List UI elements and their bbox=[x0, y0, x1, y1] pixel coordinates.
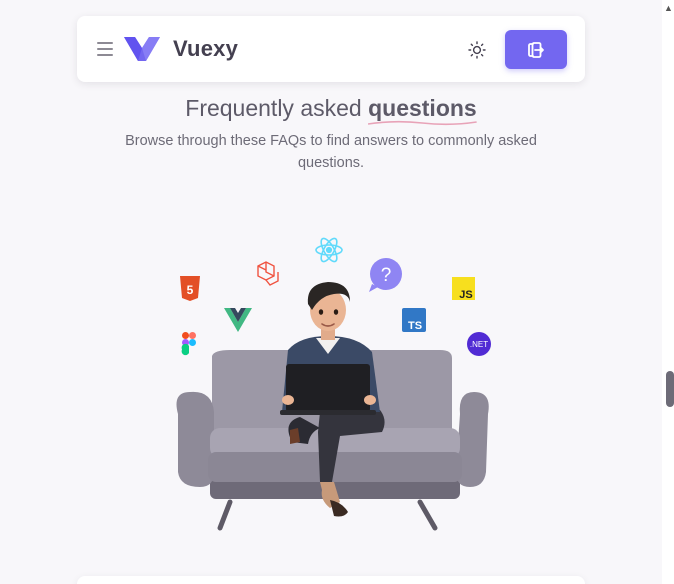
html5-label: 5 bbox=[187, 283, 194, 297]
vue-icon bbox=[224, 308, 252, 332]
faq-title-prefix: Frequently asked bbox=[185, 95, 369, 121]
login-button[interactable] bbox=[505, 30, 567, 69]
faq-subtitle: Browse through these FAQs to find answer… bbox=[125, 133, 537, 171]
dotnet-icon: .NET bbox=[467, 332, 491, 356]
dotnet-label: .NET bbox=[470, 340, 488, 349]
question-mark: ? bbox=[381, 265, 392, 286]
question-bubble-icon: ? bbox=[369, 258, 402, 292]
react-icon bbox=[315, 237, 343, 263]
brand-name[interactable]: Vuexy bbox=[173, 36, 238, 62]
typescript-icon: TS bbox=[402, 308, 426, 332]
faq-title: Frequently asked questions bbox=[0, 95, 662, 126]
login-icon bbox=[528, 41, 544, 58]
sun-icon[interactable] bbox=[468, 41, 486, 59]
vuexy-logo[interactable] bbox=[124, 36, 160, 62]
faq-illustration: 5 ? JS TS .NET bbox=[176, 237, 491, 531]
ts-label: TS bbox=[408, 320, 422, 332]
javascript-icon: JS bbox=[452, 277, 475, 301]
figma-icon bbox=[181, 332, 196, 356]
page-scrollbar[interactable]: ▲ bbox=[662, 0, 674, 584]
scroll-up-arrow-icon[interactable]: ▲ bbox=[664, 4, 673, 13]
js-label: JS bbox=[459, 289, 472, 301]
top-navbar: Vuexy bbox=[77, 16, 585, 82]
laravel-icon bbox=[257, 261, 279, 286]
faq-card-top-edge bbox=[77, 576, 585, 584]
html5-icon: 5 bbox=[180, 276, 200, 301]
title-underline-decoration bbox=[368, 120, 477, 126]
faq-title-highlight-text: questions bbox=[368, 95, 477, 121]
faq-title-highlight: questions bbox=[368, 95, 477, 126]
hamburger-menu-icon[interactable] bbox=[97, 42, 113, 56]
scrollbar-thumb[interactable] bbox=[666, 371, 674, 407]
